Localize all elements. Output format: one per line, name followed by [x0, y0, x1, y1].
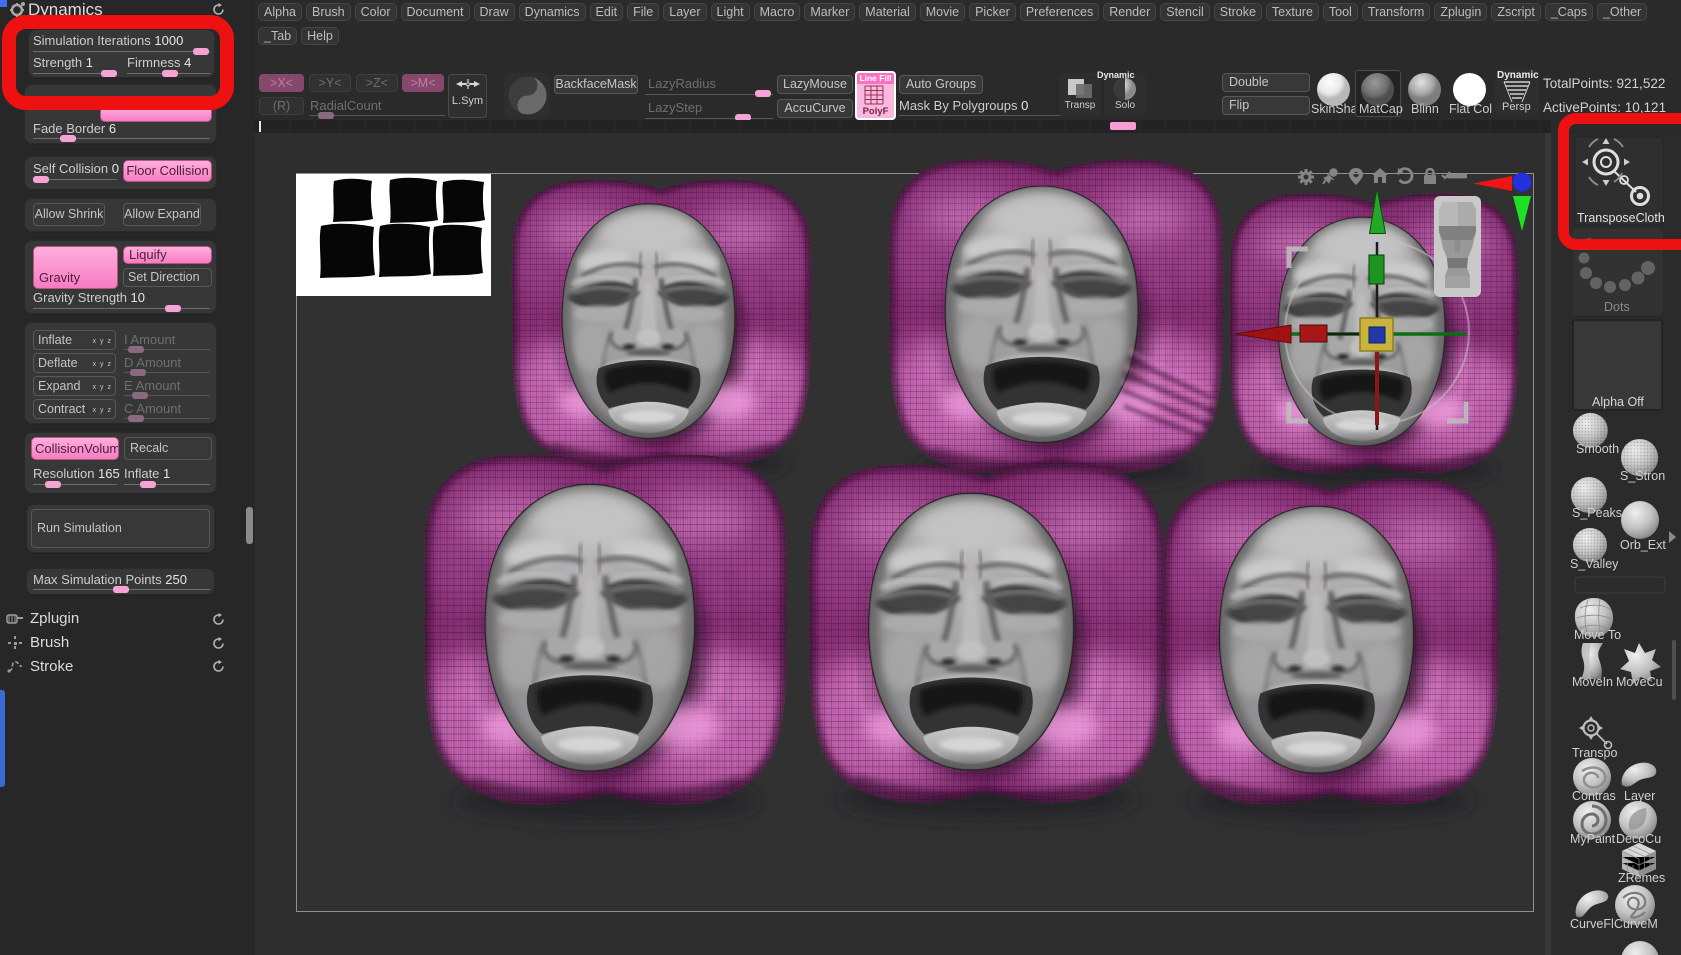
- svg-text:Alpha Off: Alpha Off: [1592, 395, 1644, 409]
- svg-text:MoveCu: MoveCu: [1616, 675, 1663, 689]
- svg-text:ZRemes: ZRemes: [1618, 871, 1665, 885]
- svg-text:Contras: Contras: [1572, 789, 1616, 803]
- svg-text:Transpo: Transpo: [1572, 746, 1617, 760]
- svg-text:Dots: Dots: [1604, 300, 1630, 314]
- svg-text:MoveIn: MoveIn: [1572, 675, 1613, 689]
- svg-text:S_Valley: S_Valley: [1570, 557, 1619, 571]
- svg-text:MyPaint: MyPaint: [1570, 832, 1616, 846]
- svg-text:Move To: Move To: [1574, 628, 1621, 642]
- svg-text:S_Peaks: S_Peaks: [1572, 506, 1622, 520]
- svg-text:Layer: Layer: [1624, 789, 1655, 803]
- svg-text:S_Stron: S_Stron: [1620, 469, 1665, 483]
- svg-text:Orb_Ext: Orb_Ext: [1620, 538, 1666, 552]
- svg-text:CurveFl: CurveFl: [1570, 917, 1614, 931]
- svg-text:Smooth: Smooth: [1576, 442, 1619, 456]
- svg-text:CurveM: CurveM: [1614, 917, 1658, 931]
